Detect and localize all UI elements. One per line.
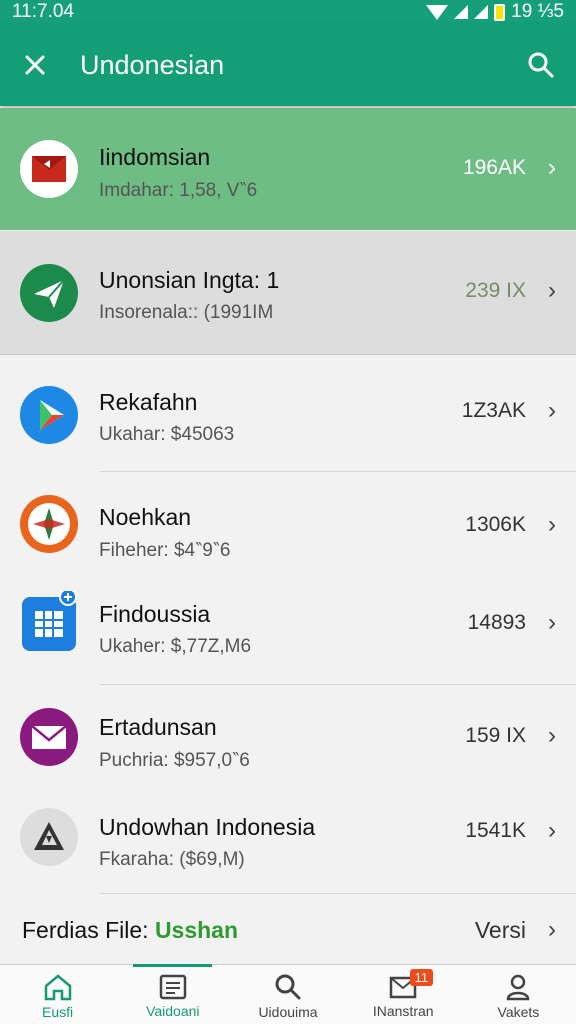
item-subtitle: Fkaraha: ($69,M) bbox=[99, 849, 245, 870]
app-bar: Undonesian bbox=[0, 24, 576, 106]
list-icon bbox=[159, 974, 187, 1000]
status-clock: 19 ⅓5 bbox=[511, 1, 564, 22]
item-subtitle: Insorenala:: (1991IM bbox=[99, 302, 274, 323]
warning-triangle-icon bbox=[20, 806, 78, 868]
footer-right-text: Versi bbox=[474, 916, 526, 943]
nav-label: INanstran bbox=[372, 1003, 434, 1019]
battery-icon bbox=[494, 3, 506, 21]
item-subtitle: Ukaher: $,77Z,M6 bbox=[99, 636, 252, 657]
chevron-right-icon: › bbox=[548, 722, 556, 749]
close-icon bbox=[25, 55, 45, 75]
item-subtitle: Imdahar: 1,58, V‶6 bbox=[99, 180, 258, 201]
nav-profile[interactable]: Vakets bbox=[461, 965, 576, 1024]
chevron-right-icon: › bbox=[548, 511, 556, 538]
chevron-right-icon: › bbox=[548, 397, 556, 424]
item-size: 1306K bbox=[465, 513, 526, 536]
footer-label-text: Ferdias File: bbox=[22, 916, 149, 943]
chevron-right-icon: › bbox=[548, 817, 556, 844]
flag-envelope-icon bbox=[20, 138, 78, 200]
item-title: Iindomsian bbox=[99, 144, 211, 170]
item-title: Findoussia bbox=[99, 601, 211, 627]
close-button[interactable] bbox=[0, 24, 70, 106]
item-size: 1Z3AK bbox=[461, 399, 526, 422]
paper-plane-icon bbox=[20, 262, 78, 324]
nav-home[interactable]: Eusfi bbox=[0, 965, 115, 1024]
nav-label: Vaidoani bbox=[146, 1003, 200, 1019]
list-item[interactable]: Iindomsian Imdahar: 1,58, V‶6 196AK › bbox=[0, 108, 576, 230]
spreadsheet-icon bbox=[20, 591, 78, 653]
footer-row[interactable]: Ferdias File: Usshan Versi › bbox=[0, 895, 576, 965]
item-size: 196AK bbox=[462, 156, 526, 179]
status-bar: 11:7.04 19 ⅓5 bbox=[0, 0, 576, 24]
item-title: Undowhan Indonesia bbox=[99, 814, 316, 840]
divider bbox=[100, 893, 576, 894]
chevron-right-icon: › bbox=[548, 277, 556, 304]
nav-list[interactable]: Vaidoani bbox=[115, 964, 230, 1024]
status-icons: 19 ⅓5 bbox=[426, 1, 564, 23]
nav-label: Vakets bbox=[497, 1004, 540, 1020]
nav-label: Eusfi bbox=[42, 1004, 74, 1020]
list-item[interactable]: Unonsian Ingta: 1 Insorenala:: (1991IM 2… bbox=[0, 231, 576, 355]
notification-badge: 11 bbox=[409, 969, 434, 986]
list-item[interactable]: Undowhan Indonesia Fkaraha: ($69,M) 1541… bbox=[0, 786, 576, 892]
nav-label: Uidouima bbox=[258, 1004, 318, 1020]
signal-icon-2 bbox=[474, 5, 489, 19]
list-item[interactable]: Findoussia Ukaher: $,77Z,M6 14893 › bbox=[0, 573, 576, 683]
nav-search[interactable]: Uidouima bbox=[230, 965, 345, 1024]
divider bbox=[100, 471, 576, 472]
item-title: Unonsian Ingta: 1 bbox=[99, 267, 280, 293]
item-size: 239 IX bbox=[465, 279, 526, 302]
footer-label: Ferdias File: Usshan bbox=[22, 917, 238, 944]
item-size: 1541K bbox=[465, 819, 526, 842]
item-title: Noehkan bbox=[99, 504, 192, 530]
search-button[interactable] bbox=[506, 24, 576, 106]
home-icon bbox=[44, 974, 71, 1001]
bottom-nav: Eusfi Vaidoani Uidouima 11 INanstran Vak… bbox=[0, 964, 576, 1024]
signal-icon bbox=[454, 5, 469, 19]
item-subtitle: Fiheher: $4‶9‶6 bbox=[99, 540, 231, 561]
list-item[interactable]: Ertadunsan Puchria: $957,0‶6 159 IX › bbox=[0, 686, 576, 786]
divider bbox=[100, 684, 576, 685]
search-icon bbox=[275, 974, 301, 1000]
status-time: 11:7.04 bbox=[12, 1, 74, 22]
search-icon bbox=[528, 52, 554, 78]
chevron-right-icon: › bbox=[548, 609, 556, 636]
list-item[interactable]: Rekafahn Ukahar: $45063 1Z3AK › bbox=[0, 357, 576, 471]
item-size: 159 IX bbox=[465, 724, 526, 747]
profile-icon bbox=[507, 974, 530, 1001]
footer-accent: Usshan bbox=[154, 916, 239, 943]
chevron-right-icon: › bbox=[548, 916, 556, 943]
item-title: Ertadunsan bbox=[99, 714, 217, 740]
item-size: 14893 bbox=[467, 611, 526, 634]
item-subtitle: Puchria: $957,0‶6 bbox=[99, 750, 250, 771]
nav-inbox[interactable]: 11 INanstran bbox=[346, 965, 461, 1024]
chevron-right-icon: › bbox=[548, 154, 556, 181]
item-subtitle: Ukahar: $45063 bbox=[99, 424, 235, 445]
list-item[interactable]: Noehkan Fiheher: $4‶9‶6 1306K › bbox=[0, 473, 576, 573]
mail-icon bbox=[20, 706, 78, 768]
wifi-icon bbox=[426, 4, 449, 20]
page-title: Undonesian bbox=[80, 49, 225, 80]
item-title: Rekafahn bbox=[99, 389, 198, 415]
play-store-icon bbox=[20, 384, 78, 446]
compass-icon bbox=[20, 493, 78, 555]
